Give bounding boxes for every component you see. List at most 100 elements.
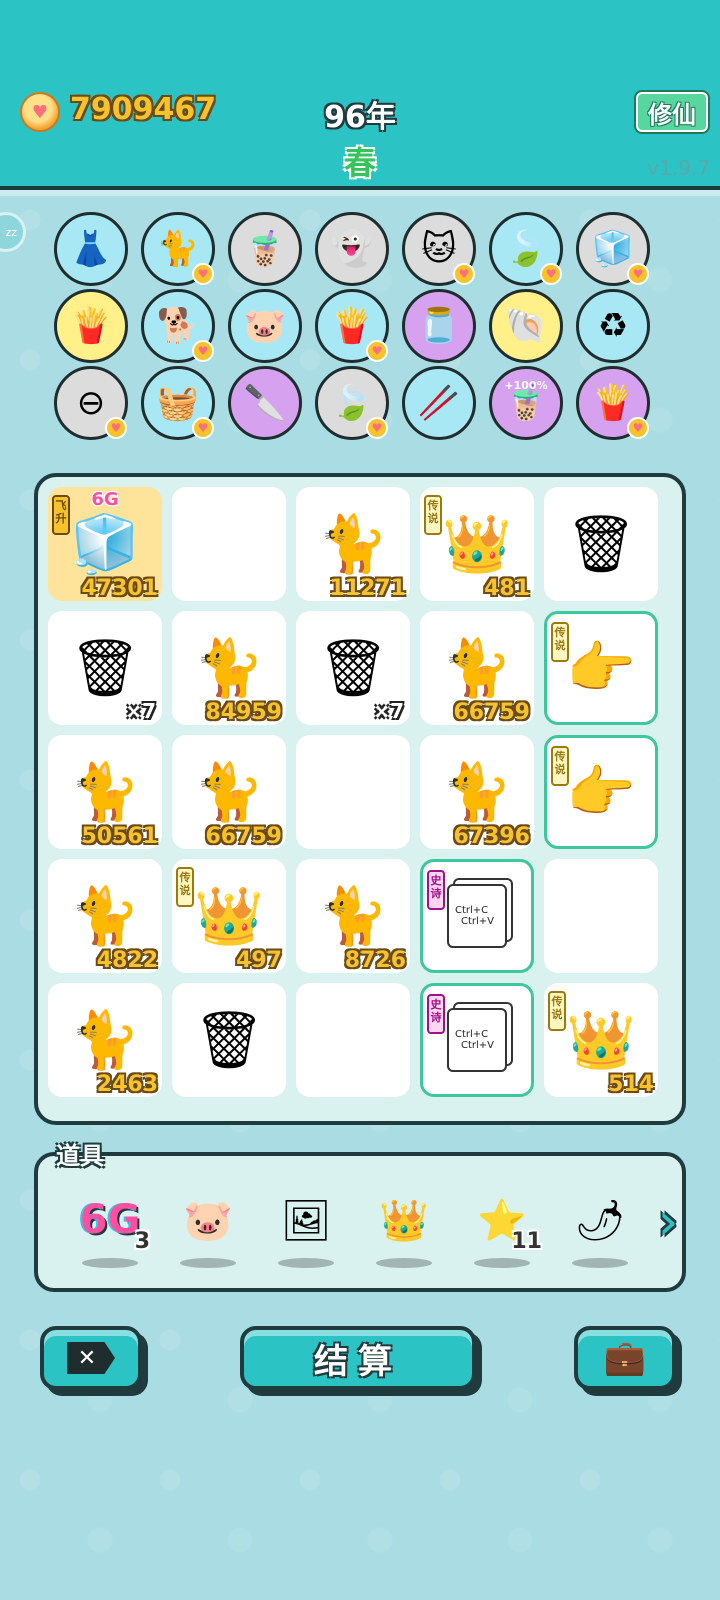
cell-count: 50561 xyxy=(81,824,158,849)
husky-icon[interactable]: 🐕 ♥ xyxy=(141,289,215,363)
board-cell-bag[interactable]: 🗑 ×7 xyxy=(48,611,162,725)
collection-glyph: ♻ xyxy=(597,306,629,346)
board-cell-cat[interactable]: 🐈 11271 xyxy=(296,487,410,601)
leaf-icon[interactable]: 🍃 ♥ xyxy=(489,212,563,286)
copy-paste-card-icon: Ctrl+C Ctrl+V xyxy=(447,884,507,948)
cat-icon: 🐈 xyxy=(70,760,140,825)
copy-paste-card-icon: Ctrl+C Ctrl+V xyxy=(447,1008,507,1072)
prop-shadow xyxy=(82,1258,138,1268)
board-cell-bag[interactable]: 🗑 ×7 xyxy=(296,611,410,725)
board-cell-bag[interactable]: 🗑 xyxy=(544,487,658,601)
fries-icon[interactable]: 🍟 ♥ xyxy=(315,289,389,363)
board-cell-hand[interactable]: 👉 传说 xyxy=(544,611,658,725)
bonus-badge: +100% xyxy=(504,379,548,392)
board-cell-hand-crown[interactable]: 👉 传说 xyxy=(544,735,658,849)
coin-icon: ♥ xyxy=(20,92,60,132)
prop-chili-icon[interactable]: 🌶 xyxy=(558,1172,642,1268)
cell-count: 47301 xyxy=(81,576,158,601)
chopsticks-icon[interactable]: 🥢 xyxy=(402,366,476,440)
prop-cat-frame-icon[interactable]: 🖼 xyxy=(264,1172,348,1268)
shell-icon[interactable]: 🐚 xyxy=(489,289,563,363)
prop-shadow xyxy=(474,1258,530,1268)
collection-glyph: 🍟 xyxy=(591,383,635,423)
leaf-icon[interactable]: 🍃 ♥ xyxy=(315,366,389,440)
board-cell-fridge[interactable]: 🧊 6G 飞升 47301 xyxy=(48,487,162,601)
board-cell-cat[interactable]: 🐈 8726 xyxy=(296,859,410,973)
board-cell-cat[interactable]: 🐈 4822 xyxy=(48,859,162,973)
board-cell-king[interactable]: 👑 传说 481 xyxy=(420,487,534,601)
6g-icon: 6G xyxy=(79,1197,141,1243)
prop-6g-icon[interactable]: 6G 3 xyxy=(68,1172,152,1268)
heart-coin-icon: ♥ xyxy=(366,417,388,439)
prop-count: 11 xyxy=(511,1229,542,1254)
bag-button[interactable]: 💼 xyxy=(574,1326,676,1390)
board-cell-king[interactable]: 👑 传说 497 xyxy=(172,859,286,973)
ctrl-v-text: Ctrl+V xyxy=(461,1040,495,1051)
cell-count: 67396 xyxy=(453,824,530,849)
fries-icon[interactable]: 🍟 ♥ xyxy=(576,366,650,440)
cell-multiplier: ×7 xyxy=(125,699,156,723)
collection-glyph: 🐱 xyxy=(421,229,457,269)
props-label: 道具 xyxy=(56,1142,104,1170)
piggy-bank-icon: 🐷 xyxy=(183,1197,233,1244)
board-cell-king[interactable]: 👑 传说 514 xyxy=(544,983,658,1097)
prop-crown-icon[interactable]: 👑 xyxy=(362,1172,446,1268)
collection-glyph: 🍟 xyxy=(69,306,113,346)
board-cell-ctrl[interactable]: Ctrl+C Ctrl+V 史诗 xyxy=(420,983,534,1097)
board-cell-empty[interactable] xyxy=(296,983,410,1097)
sugar-cubes-icon[interactable]: 🧊 ♥ xyxy=(576,212,650,286)
board-cell-cat[interactable]: 🐈 2463 xyxy=(48,983,162,1097)
board-cell-ctrl[interactable]: Ctrl+C Ctrl+V 史诗 xyxy=(420,859,534,973)
basket-icon[interactable]: 🧺 ♥ xyxy=(141,366,215,440)
jar-icon[interactable]: 🫙 xyxy=(402,289,476,363)
rarity-tag: 史诗 xyxy=(427,870,445,910)
heart-coin-icon: ♥ xyxy=(627,417,649,439)
collection-glyph: 🍃 xyxy=(330,383,374,423)
cat-icon: 🐈 xyxy=(70,1008,140,1073)
prop-piggy-bank-icon[interactable]: 🐷 xyxy=(166,1172,250,1268)
skirt-icon[interactable]: 👗 xyxy=(54,212,128,286)
board-cell-cat[interactable]: 🐈 67396 xyxy=(420,735,534,849)
cat-icon: 🐈 xyxy=(194,760,264,825)
cell-count: 514 xyxy=(608,1072,654,1097)
cleaver-icon[interactable]: 🔪 xyxy=(228,366,302,440)
cat-icon[interactable]: 🐈 ♥ xyxy=(141,212,215,286)
cell-count: 66759 xyxy=(453,700,530,725)
cell-count: 8726 xyxy=(344,948,406,973)
collection-glyph: 🧺 xyxy=(156,383,200,423)
ghost-icon[interactable]: 👻 xyxy=(315,212,389,286)
piggy-bank-icon[interactable]: 🐷 xyxy=(228,289,302,363)
boba-tea-icon[interactable]: 🧋 xyxy=(228,212,302,286)
collection-glyph: 👗 xyxy=(69,229,113,269)
collection-glyph: 🐷 xyxy=(243,306,287,346)
collection-glyph: 👻 xyxy=(330,229,374,269)
board-cell-bag[interactable]: 🗑 xyxy=(172,983,286,1097)
season-label: 春 xyxy=(343,144,376,182)
board-cell-cat[interactable]: 🐈 50561 xyxy=(48,735,162,849)
board-cell-cat[interactable]: 🐈 66759 xyxy=(172,735,286,849)
xiuxian-button[interactable]: 修仙 xyxy=(636,92,708,132)
cat-icon: 🐈 xyxy=(194,636,264,701)
hand-icon: 👉 xyxy=(566,636,636,701)
boba-plus-icon[interactable]: 🧋 +100% xyxy=(489,366,563,440)
board-cell-empty[interactable] xyxy=(172,487,286,601)
prop-star-icon[interactable]: ⭐ 11 xyxy=(460,1172,544,1268)
cat-pair-icon[interactable]: 🐱 ♥ xyxy=(402,212,476,286)
cat-icon: 🐈 xyxy=(442,760,512,825)
minus-icon[interactable]: ⊖ ♥ xyxy=(54,366,128,440)
close-button[interactable]: ✕ xyxy=(40,1326,142,1390)
board-cell-empty[interactable] xyxy=(296,735,410,849)
fries-icon[interactable]: 🍟 xyxy=(54,289,128,363)
settle-button[interactable]: 结算 xyxy=(240,1326,476,1390)
board-cell-empty[interactable] xyxy=(544,859,658,973)
next-arrow-icon[interactable]: › xyxy=(648,1192,688,1252)
sleep-button[interactable]: zz xyxy=(0,212,26,252)
rarity-tag: 传说 xyxy=(551,746,569,786)
king-icon: 👑 xyxy=(194,884,264,949)
rarity-tag: 传说 xyxy=(548,991,566,1031)
board-cell-cat[interactable]: 🐈 84959 xyxy=(172,611,286,725)
board-cell-cat[interactable]: 🐈 66759 xyxy=(420,611,534,725)
bag-icon: 🗑 xyxy=(193,1008,265,1073)
recycle-bag-icon[interactable]: ♻ xyxy=(576,289,650,363)
collection-glyph: 🍟 xyxy=(330,306,374,346)
